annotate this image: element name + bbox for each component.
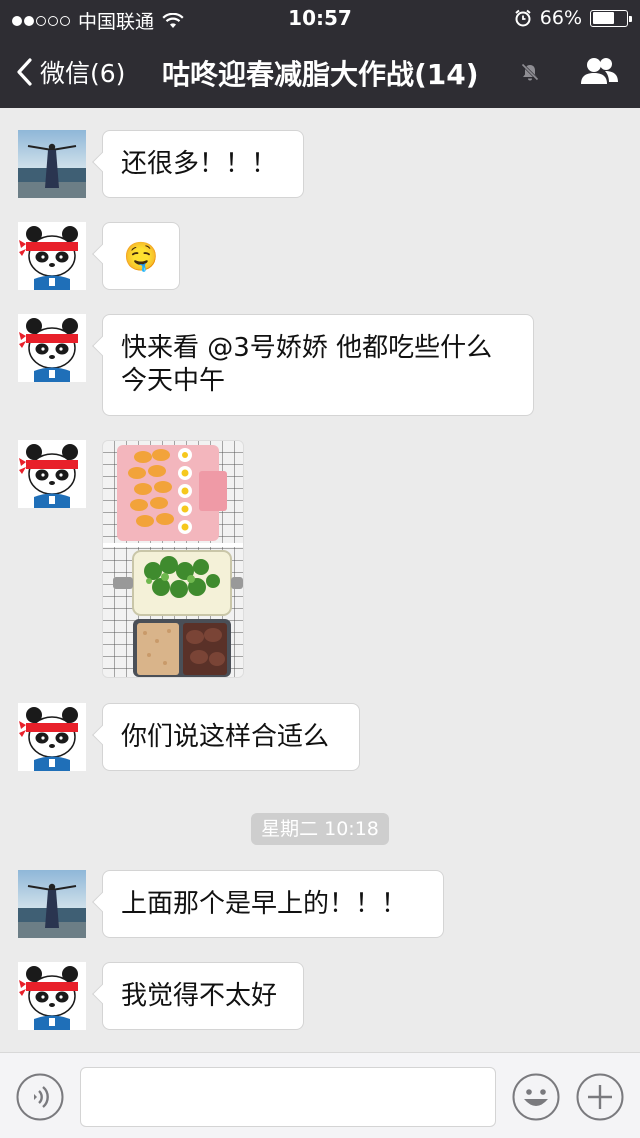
drooling-emoji-icon: 🤤 — [123, 240, 159, 273]
message-text-line: 今天中午 — [121, 366, 226, 396]
alarm-icon — [515, 9, 531, 27]
message-bubble[interactable]: 还很多！！！ — [102, 130, 304, 198]
voice-icon — [16, 1073, 64, 1121]
message-text: 还很多！！！ — [121, 149, 278, 179]
message-bubble[interactable]: 你们说这样合适么 — [102, 703, 360, 771]
panda-avatar[interactable] — [18, 440, 86, 508]
mute-bell-icon — [520, 62, 540, 82]
message-text: 你们说这样合适么 — [121, 722, 330, 752]
battery-fill — [592, 12, 615, 24]
message-bubble[interactable]: 🤤 — [102, 222, 180, 290]
wechat-chat-screen: 中国联通 10:57 66% 微信(6) 咕咚迎春减脂大作战(14) 还很多！！… — [0, 0, 640, 1138]
message-text-line: 快来看 @3号娇娇 他都吃些什么 — [121, 333, 493, 363]
more-button[interactable] — [576, 1073, 624, 1125]
plus-icon — [576, 1073, 624, 1121]
group-members-icon — [581, 58, 618, 84]
message-input[interactable] — [80, 1067, 496, 1127]
emoji-button[interactable] — [512, 1073, 560, 1125]
chat-title: 咕咚迎春减脂大作战(14) — [162, 58, 479, 91]
timestamp: 星期二 10:18 — [251, 813, 389, 845]
back-button[interactable]: 微信(6) — [16, 54, 125, 90]
message-bubble[interactable]: 快来看 @3号娇娇 他都吃些什么 今天中午 — [102, 314, 534, 416]
lunch-photo[interactable] — [102, 440, 244, 678]
battery-icon — [590, 9, 632, 27]
panda-avatar[interactable] — [18, 703, 86, 771]
beach-avatar[interactable] — [18, 130, 86, 198]
message-text: 我觉得不太好 — [121, 981, 278, 1011]
message-bubble[interactable]: 我觉得不太好 — [102, 962, 304, 1030]
beach-avatar[interactable] — [18, 870, 86, 938]
back-label: 微信(6) — [40, 59, 126, 88]
voice-button[interactable] — [16, 1073, 64, 1125]
nav-bar: 微信(6) 咕咚迎春减脂大作战(14) — [0, 36, 640, 108]
message-bubble[interactable]: 上面那个是早上的！！！ — [102, 870, 444, 938]
panda-avatar[interactable] — [18, 222, 86, 290]
input-bar — [0, 1052, 640, 1138]
message-text: 上面那个是早上的！！！ — [121, 889, 408, 919]
status-right: 66% — [514, 7, 632, 29]
status-bar: 中国联通 10:57 66% — [0, 0, 640, 36]
group-info-button[interactable] — [580, 56, 620, 90]
battery-percent: 66% — [539, 7, 582, 29]
panda-avatar[interactable] — [18, 962, 86, 1030]
chevron-left-icon — [17, 58, 32, 86]
message-list[interactable]: 还很多！！！ 🤤 快来看 @3号娇娇 他都吃些什么 今天中午 你们说这样合适么 … — [0, 108, 640, 1052]
panda-avatar[interactable] — [18, 314, 86, 382]
smiley-icon — [512, 1073, 560, 1121]
